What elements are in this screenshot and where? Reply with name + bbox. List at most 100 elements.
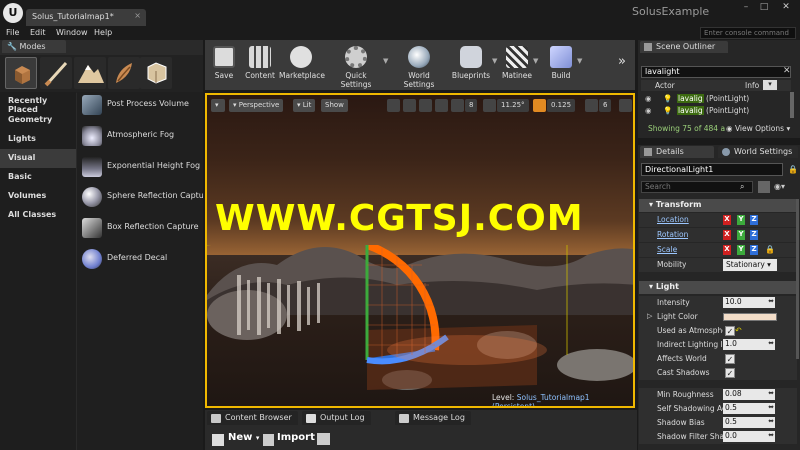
matinee-dropdown-icon[interactable]: ▼: [533, 57, 538, 65]
clear-search-icon[interactable]: ✕: [783, 66, 791, 76]
section-light[interactable]: ▾ Light: [639, 281, 797, 294]
grid-snap-icon[interactable]: [451, 99, 464, 112]
viewport-options-dropdown[interactable]: ▾: [211, 99, 225, 112]
section-transform[interactable]: ▾ Transform: [639, 199, 797, 212]
affects-world-checkbox[interactable]: ✓: [725, 354, 735, 364]
tab-details[interactable]: Details: [640, 146, 714, 158]
marketplace-button[interactable]: Marketplace: [279, 42, 325, 88]
outliner-search-input[interactable]: lavalight: [641, 66, 791, 78]
menu-file[interactable]: File: [6, 28, 19, 37]
show-flags-button[interactable]: Show: [321, 99, 348, 112]
close-window-button[interactable]: ✕: [778, 2, 794, 13]
world-local-toggle-icon[interactable]: [435, 99, 448, 112]
list-item-deferred-decal[interactable]: Deferred Decal: [77, 246, 203, 277]
tab-content-browser[interactable]: Content Browser: [207, 411, 298, 425]
category-basic[interactable]: Basic: [0, 168, 76, 187]
location-label[interactable]: Location: [657, 215, 689, 224]
list-item-sphere-reflection-capture[interactable]: Sphere Reflection Captu: [77, 184, 203, 215]
list-item-post-process-volume[interactable]: Post Process Volume: [77, 92, 203, 123]
maximize-button[interactable]: □: [756, 2, 772, 13]
rotate-tool-icon[interactable]: [403, 99, 416, 112]
matinee-button[interactable]: Matinee: [501, 42, 533, 88]
quick-settings-button[interactable]: Quick Settings: [329, 42, 383, 89]
category-lights[interactable]: Lights: [0, 130, 76, 149]
save-all-icon[interactable]: [317, 433, 330, 445]
camera-speed-icon[interactable]: [585, 99, 598, 112]
build-button[interactable]: Build: [547, 42, 575, 88]
document-tab[interactable]: Solus_Tutorialmap1* ×: [26, 9, 146, 26]
rotation-snap-icon[interactable]: [483, 99, 496, 112]
place-mode-icon[interactable]: [5, 57, 37, 89]
translate-tool-icon[interactable]: [387, 99, 400, 112]
list-item-box-reflection-capture[interactable]: Box Reflection Capture: [77, 215, 203, 246]
actor-name-field[interactable]: DirectionalLight1: [641, 163, 783, 176]
minimize-button[interactable]: –: [738, 2, 754, 13]
table-row[interactable]: ◉ 💡 lavalig (PointLight): [641, 106, 791, 117]
tab-scene-outliner[interactable]: Scene Outliner: [640, 41, 728, 53]
tab-world-settings[interactable]: World Settings: [718, 146, 798, 158]
shadow-bias-input[interactable]: 0.5 ⬌: [723, 417, 775, 428]
shadow-filter-input[interactable]: 0.0 ⬌: [723, 431, 775, 442]
lock-scale-icon[interactable]: 🔒: [765, 245, 775, 254]
tab-message-log[interactable]: Message Log: [395, 411, 471, 425]
build-dropdown-icon[interactable]: ▼: [577, 57, 582, 65]
more-toolbar-button[interactable]: »: [613, 54, 631, 74]
z-axis-field[interactable]: Z: [750, 230, 758, 240]
info-dropdown-icon[interactable]: ▾: [763, 80, 777, 90]
y-axis-field[interactable]: Y: [737, 245, 745, 255]
table-row[interactable]: ◉ 💡 lavalig (PointLight): [641, 94, 791, 105]
content-button[interactable]: Content: [243, 42, 277, 88]
tab-output-log[interactable]: Output Log: [302, 411, 371, 425]
quick-settings-dropdown-icon[interactable]: ▼: [383, 57, 388, 65]
y-axis-field[interactable]: Y: [737, 215, 745, 225]
scale-snap-value[interactable]: 0.125: [547, 99, 576, 112]
paint-mode-icon[interactable]: [40, 57, 72, 89]
rotation-label[interactable]: Rotation: [657, 230, 688, 239]
grid-snap-value[interactable]: 8: [465, 99, 478, 112]
visibility-eye-icon[interactable]: ◉: [645, 106, 652, 115]
x-axis-field[interactable]: X: [723, 245, 731, 255]
z-axis-field[interactable]: Z: [750, 215, 758, 225]
self-shadowing-input[interactable]: 0.5 ⬌: [723, 403, 775, 414]
lit-view-mode-button[interactable]: ▾ Lit: [293, 99, 316, 112]
level-viewport[interactable]: ▾ ▾ Perspective ▾ Lit Show 8 11.25° 0.12…: [205, 93, 635, 408]
expand-arrow-icon[interactable]: ▷: [647, 312, 652, 320]
scale-label[interactable]: Scale: [657, 245, 677, 254]
outliner-scrollbar[interactable]: [790, 92, 794, 118]
x-axis-field[interactable]: X: [723, 215, 731, 225]
geometry-mode-icon[interactable]: [140, 57, 172, 89]
visibility-eye-icon[interactable]: ◉: [645, 94, 652, 103]
world-settings-button[interactable]: World Settings: [393, 42, 445, 89]
category-visual[interactable]: Visual: [0, 149, 76, 168]
view-options-button[interactable]: ◉ View Options ▾: [726, 124, 790, 133]
modes-tab[interactable]: 🔧 Modes: [2, 40, 66, 53]
cast-shadows-checkbox[interactable]: ✓: [725, 368, 735, 378]
list-item-exponential-height-fog[interactable]: Exponential Height Fog: [77, 154, 203, 185]
lock-icon[interactable]: 🔒: [788, 165, 798, 174]
details-search-input[interactable]: Search: [641, 181, 753, 193]
details-scrollbar[interactable]: [796, 199, 799, 359]
perspective-dropdown[interactable]: ▾ Perspective: [229, 99, 284, 112]
category-recently-placed[interactable]: Recently Placed: [0, 92, 76, 114]
mobility-dropdown[interactable]: Stationary ▾: [723, 259, 777, 271]
y-axis-field[interactable]: Y: [737, 230, 745, 240]
intensity-input[interactable]: 10.0 ⬌: [723, 297, 775, 308]
console-input[interactable]: Enter console command: [700, 27, 796, 39]
menu-window[interactable]: Window: [56, 28, 88, 37]
scale-snap-icon[interactable]: [533, 99, 546, 112]
light-color-swatch[interactable]: [723, 313, 777, 321]
visibility-eye-icon[interactable]: ◉▾: [774, 182, 785, 191]
category-all-classes[interactable]: All Classes: [0, 206, 76, 225]
menu-help[interactable]: Help: [94, 28, 112, 37]
indirect-lighting-input[interactable]: 1.0 ⬌: [723, 339, 775, 350]
camera-speed-value[interactable]: 6: [599, 99, 612, 112]
blueprints-dropdown-icon[interactable]: ▼: [492, 57, 497, 65]
save-button[interactable]: Save: [209, 42, 239, 88]
atmosphere-sun-checkbox[interactable]: ✓: [725, 326, 735, 336]
z-axis-field[interactable]: Z: [750, 245, 758, 255]
maximize-viewport-icon[interactable]: [619, 99, 632, 112]
close-tab-icon[interactable]: ×: [134, 11, 141, 20]
menu-edit[interactable]: Edit: [30, 28, 46, 37]
scale-tool-icon[interactable]: [419, 99, 432, 112]
reset-to-default-icon[interactable]: ↶: [735, 326, 742, 335]
